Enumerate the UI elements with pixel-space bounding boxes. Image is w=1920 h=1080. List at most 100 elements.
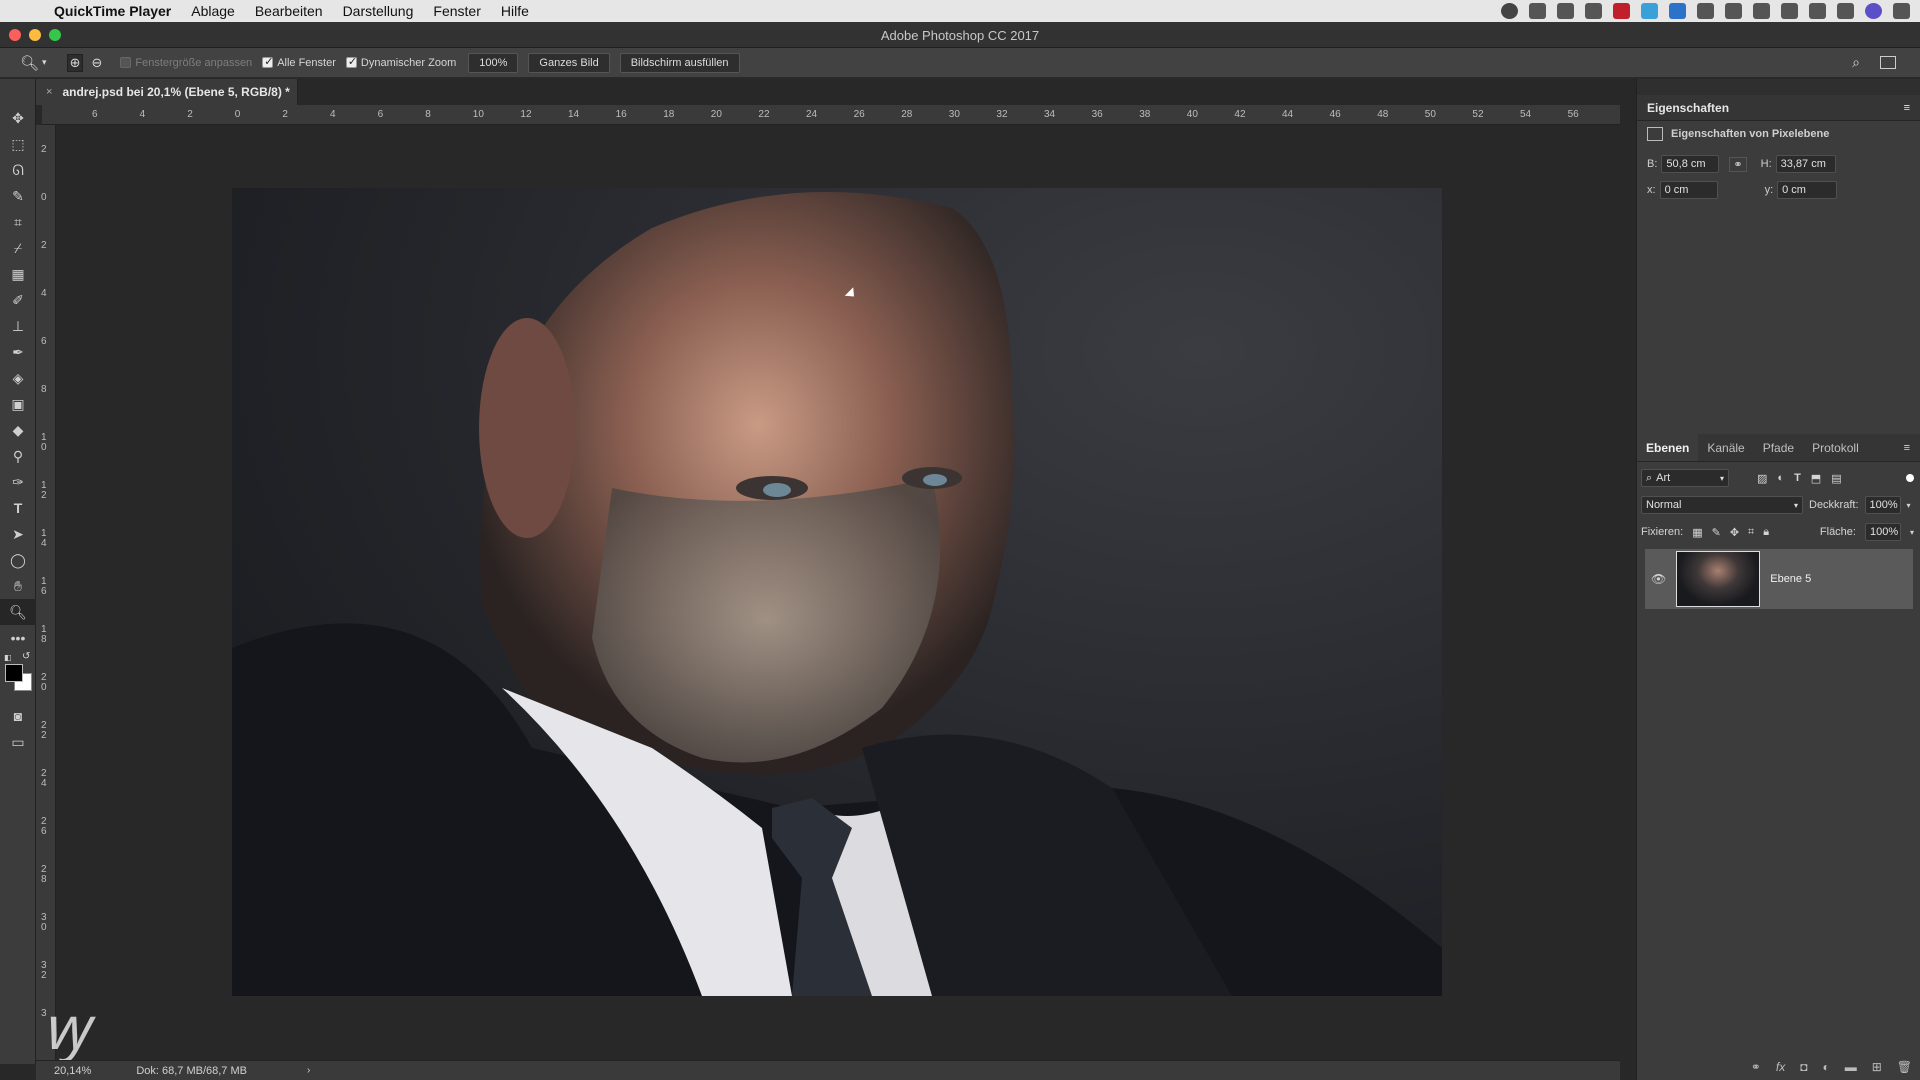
filter-pixel-icon[interactable]: ▨ [1757, 472, 1767, 485]
zoom-tool-preset-icon[interactable]: 🔍︎ [20, 54, 39, 72]
tab-pfade[interactable]: Pfade [1754, 434, 1803, 461]
document-canvas[interactable] [232, 188, 1442, 996]
all-windows-option[interactable]: Alle Fenster [262, 55, 336, 69]
quick-selection-tool-icon[interactable]: ✎ [0, 183, 36, 209]
app-tray-icon[interactable] [1641, 3, 1658, 19]
dynamic-zoom-checkbox[interactable] [345, 55, 357, 68]
app-tray-icon[interactable] [1697, 3, 1714, 19]
zoom-in-icon[interactable]: ⊕ [66, 53, 84, 72]
siri-icon[interactable] [1865, 3, 1882, 19]
menu-bearbeiten[interactable]: Bearbeiten [255, 3, 323, 19]
hand-tool-icon[interactable]: ✋︎ [0, 573, 36, 599]
ellipse-tool-icon[interactable]: ◯ [0, 547, 36, 573]
swap-colors-icon[interactable]: ↺ [22, 651, 30, 662]
fill-screen-button[interactable]: Bildschirm ausfüllen [619, 52, 740, 73]
app-tray-icon[interactable] [1613, 3, 1630, 19]
blend-mode-select[interactable]: Normal ▾ [1641, 496, 1803, 514]
healing-brush-tool-icon[interactable]: ▦ [0, 261, 36, 287]
fit-screen-button[interactable]: Ganzes Bild [528, 52, 610, 73]
default-colors-icon[interactable]: ◧ [4, 653, 12, 662]
foreground-color-swatch[interactable] [5, 664, 23, 682]
app-tray-icon[interactable] [1585, 3, 1602, 19]
chevron-down-icon[interactable]: ▾ [1907, 501, 1911, 510]
horizontal-ruler[interactable]: 6 4 2 0 2 4 6 8 10 12 14 16 18 20 22 24 26 28 30 32 34 36 38 40… [42, 105, 1620, 125]
lock-position-icon[interactable]: ✥ [1730, 526, 1739, 539]
filter-toggle-icon[interactable] [1906, 474, 1914, 482]
bluetooth-icon[interactable] [1781, 3, 1798, 19]
fit-window-option[interactable]: Fenstergröße anpassen [120, 57, 252, 69]
document-size-info[interactable]: Dok: 68,7 MB/68,7 MB [136, 1065, 247, 1077]
chevron-down-icon[interactable]: ▾ [1910, 528, 1914, 537]
menu-ablage[interactable]: Ablage [191, 3, 235, 19]
lock-all-icon[interactable]: 🔒︎ [1763, 526, 1769, 539]
layer-row[interactable]: 👁︎ Ebene 5 [1645, 549, 1913, 609]
lock-transparent-icon[interactable]: ▦ [1692, 526, 1702, 539]
layer-thumbnail[interactable] [1676, 551, 1761, 607]
dynamic-zoom-option[interactable]: Dynamischer Zoom [345, 55, 456, 69]
width-field[interactable]: 50,8 cm [1661, 155, 1720, 173]
tab-ebenen[interactable]: Ebenen [1637, 434, 1699, 461]
time-machine-icon[interactable] [1753, 3, 1770, 19]
path-selection-tool-icon[interactable]: ➤ [0, 521, 36, 547]
tab-protokoll[interactable]: Protokoll [1803, 434, 1868, 461]
close-document-icon[interactable]: × [46, 86, 52, 98]
panel-menu-icon[interactable]: ≡ [1904, 102, 1910, 114]
zoom-100-button[interactable]: 100% [468, 52, 519, 73]
layer-name[interactable]: Ebene 5 [1770, 573, 1811, 585]
app-tray-icon[interactable] [1557, 3, 1574, 19]
menu-fenster[interactable]: Fenster [433, 3, 480, 19]
chevron-down-icon[interactable]: ▾ [42, 57, 47, 68]
airplay-icon[interactable] [1725, 3, 1742, 19]
opacity-field[interactable]: 100% [1864, 496, 1901, 514]
marquee-tool-icon[interactable]: ⬚ [0, 131, 36, 157]
screen-mode-icon[interactable]: ▭ [0, 729, 36, 755]
panel-menu-icon[interactable]: ≡ [1904, 434, 1910, 461]
notification-center-icon[interactable] [1893, 3, 1910, 19]
type-tool-icon[interactable]: T [0, 495, 36, 521]
layer-style-fx-icon[interactable]: fx [1776, 1060, 1785, 1074]
eraser-tool-icon[interactable]: ◈ [0, 365, 36, 391]
vertical-ruler[interactable]: 2 0 2 4 6 8 1 0 1 2 1 4 1 6 1 8 2 0 2 2 2 4 2 6 2 8 3 0 3… [36, 125, 56, 1060]
fit-window-checkbox[interactable] [120, 57, 132, 68]
link-proportions-icon[interactable]: ⚭ [1729, 156, 1747, 172]
gradient-tool-icon[interactable]: ▣ [0, 391, 36, 417]
spotlight-search-icon[interactable] [1837, 3, 1854, 19]
layer-filter-select[interactable]: ⌕ Art ▾ [1641, 469, 1729, 487]
dodge-tool-icon[interactable]: ⚲ [0, 443, 36, 469]
quick-mask-icon[interactable]: ◙ [0, 703, 36, 729]
tab-kanaele[interactable]: Kanäle [1698, 434, 1753, 461]
filter-type-icon[interactable]: T [1794, 472, 1801, 484]
zoom-tool-icon[interactable]: 🔍︎ [0, 599, 36, 625]
y-field[interactable]: 0 cm [1777, 181, 1838, 199]
app-menu[interactable]: QuickTime Player [54, 3, 171, 19]
filter-shape-icon[interactable]: ⬒ [1811, 472, 1821, 485]
menu-darstellung[interactable]: Darstellung [343, 3, 414, 19]
zoom-out-icon[interactable]: ⊖ [91, 55, 102, 71]
lock-image-icon[interactable]: ✎ [1712, 526, 1721, 539]
clone-stamp-tool-icon[interactable]: ⊥ [0, 313, 36, 339]
height-field[interactable]: 33,87 cm [1775, 155, 1836, 173]
new-group-icon[interactable]: ▬ [1845, 1060, 1857, 1074]
app-tray-icon[interactable] [1529, 3, 1546, 19]
move-tool-icon[interactable]: ✥ [0, 105, 36, 131]
app-tray-icon[interactable] [1669, 3, 1686, 19]
lock-artboard-icon[interactable]: ⌗ [1748, 526, 1754, 539]
crop-tool-icon[interactable]: ⌗ [0, 209, 36, 235]
chevron-right-icon[interactable]: › [307, 1065, 310, 1076]
blur-tool-icon[interactable]: ◆ [0, 417, 36, 443]
all-windows-checkbox[interactable] [262, 55, 273, 68]
workspace-switcher-icon[interactable] [1880, 56, 1896, 69]
fill-field[interactable]: 100% [1864, 523, 1901, 541]
brush-tool-icon[interactable]: ✐ [0, 287, 36, 313]
zoom-level-field[interactable]: 20,14% [54, 1065, 91, 1077]
eye-icon[interactable]: 👁︎ [1651, 572, 1666, 586]
new-layer-icon[interactable]: ⊞ [1872, 1060, 1882, 1074]
menu-hilfe[interactable]: Hilfe [501, 3, 529, 19]
record-icon[interactable] [1501, 3, 1518, 19]
filter-adjustment-icon[interactable]: ◐ [1777, 472, 1784, 484]
lasso-tool-icon[interactable]: ᘏ [0, 157, 36, 183]
x-field[interactable]: 0 cm [1659, 181, 1718, 199]
dock-collapse-bar[interactable] [1637, 79, 1920, 95]
more-tools-icon[interactable]: ••• [0, 625, 36, 651]
search-icon[interactable]: ⌕ [1852, 54, 1860, 71]
